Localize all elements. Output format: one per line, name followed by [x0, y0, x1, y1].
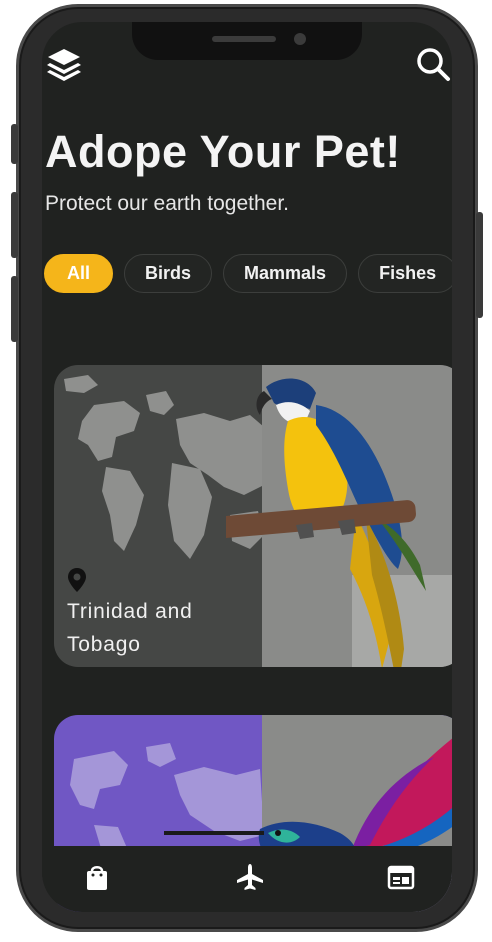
- chip-birds[interactable]: Birds: [124, 254, 213, 293]
- calendar-icon[interactable]: [386, 862, 416, 892]
- phone-notch: [132, 22, 362, 60]
- pet-card[interactable]: Trinidad and Tobago: [54, 365, 452, 667]
- chip-mammals[interactable]: Mammals: [223, 254, 348, 293]
- macaw-parrot-image: [226, 378, 426, 667]
- speaker: [212, 36, 276, 42]
- front-camera: [294, 33, 306, 45]
- filter-chip-row: All Birds Mammals Fishes: [44, 254, 452, 294]
- content-viewport: All Birds Mammals Fishes Trinidad and To…: [42, 22, 452, 912]
- phone-side-button: [476, 212, 483, 318]
- location-pin-icon: [68, 568, 86, 592]
- airplane-icon[interactable]: [235, 862, 265, 892]
- phone-side-button: [11, 276, 18, 342]
- card-location-label: Trinidad and Tobago: [67, 600, 193, 656]
- chip-all[interactable]: All: [44, 254, 114, 293]
- bottom-navigation: [42, 846, 452, 912]
- phone-side-button: [11, 124, 18, 164]
- phone-side-button: [11, 192, 18, 258]
- chip-fishes[interactable]: Fishes: [358, 254, 452, 293]
- shopping-bag-icon[interactable]: [82, 862, 112, 892]
